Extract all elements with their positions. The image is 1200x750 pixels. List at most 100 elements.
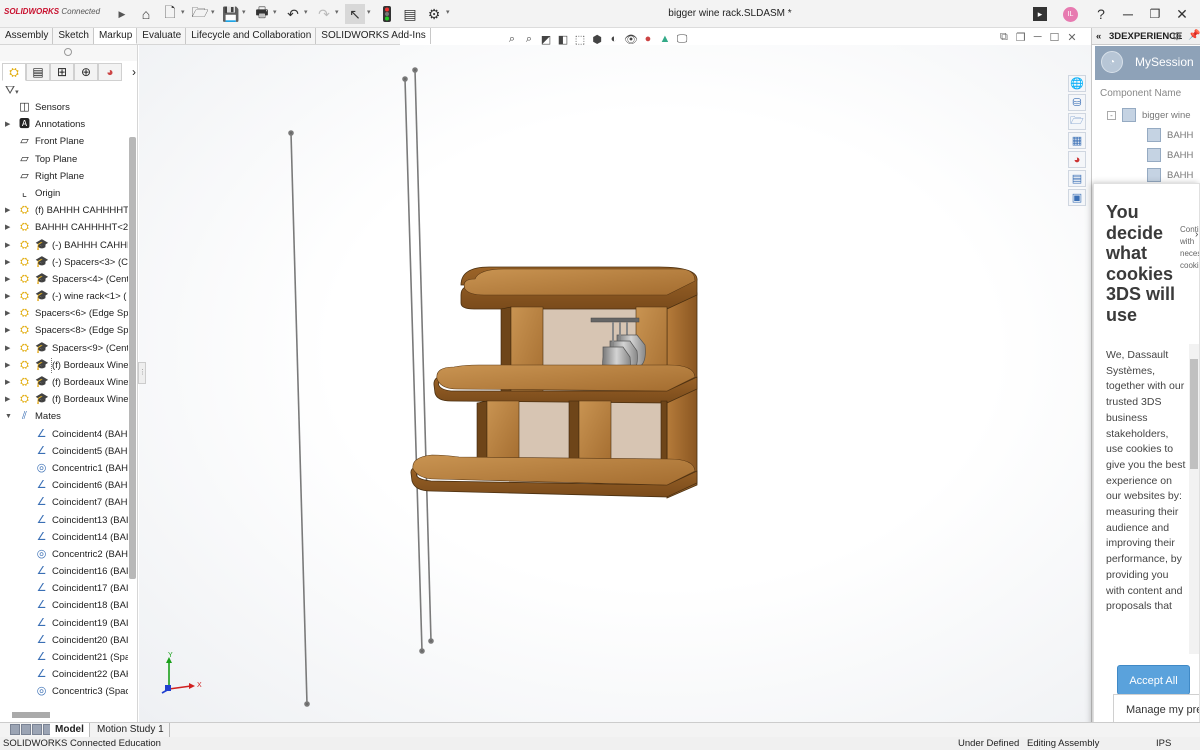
expand-arrow-icon[interactable]: ▶ xyxy=(5,219,10,236)
tab-evaluate[interactable]: Evaluate xyxy=(137,28,187,44)
tree-item-component[interactable]: ▶ ⛭ 🎓 (f) Bordeaux Wine xyxy=(0,391,128,408)
mate-item[interactable]: ∠ Coincident5 (BAH xyxy=(0,443,128,460)
mate-item[interactable]: ∠ Coincident22 (BAH xyxy=(0,666,128,683)
cookie-continue-link[interactable]: Conti with necess cooki xyxy=(1180,224,1199,272)
tree-item-component[interactable]: ▶ ⛭ Spacers<6> (Edge Spa xyxy=(0,305,128,322)
mate-item[interactable]: ∠ Coincident13 (BAI xyxy=(0,512,128,529)
expand-arrow-icon[interactable]: ▶ xyxy=(5,237,10,254)
3dexperience-globe-icon[interactable]: 🌐 xyxy=(1068,75,1086,92)
fm-vertical-scrollbar[interactable] xyxy=(129,137,136,579)
zoom-to-area-icon[interactable]: ⌕ xyxy=(522,32,536,46)
mate-item[interactable]: ◎ Concentric2 (BAH xyxy=(0,546,128,563)
mate-item[interactable]: ∠ Coincident18 (BAI xyxy=(0,597,128,614)
tree-item-annotations[interactable]: ▶ 🅰 Annotations xyxy=(0,116,128,133)
tab-assembly[interactable]: Assembly xyxy=(0,28,54,44)
tab-sketch[interactable]: Sketch xyxy=(53,28,94,44)
viewport-close-icon[interactable]: ✕ xyxy=(1067,31,1076,44)
mate-item[interactable]: ∠ Coincident20 (BAI xyxy=(0,632,128,649)
first-tab-button[interactable] xyxy=(10,724,20,735)
viewport-tile-icon[interactable]: ⧉ xyxy=(1000,31,1008,44)
panel-splitter-handle[interactable]: ⋮ xyxy=(138,362,146,384)
tree-item-right-plane[interactable]: ▱ Right Plane xyxy=(0,168,128,185)
mysession-banner[interactable]: ◔ MySession xyxy=(1095,46,1200,80)
display-style-icon[interactable]: ◐ xyxy=(607,32,621,46)
expand-arrow-icon[interactable]: ▶ xyxy=(5,271,10,288)
expand-arrow-icon[interactable]: ▶ xyxy=(5,357,10,374)
edit-appearance-icon[interactable]: ● xyxy=(641,32,655,46)
appearances-icon[interactable]: ◕ xyxy=(1068,151,1086,168)
expand-arrow-icon[interactable]: ▶ xyxy=(5,340,10,357)
help-icon[interactable]: ? xyxy=(1091,4,1111,24)
manage-preferences-button[interactable]: Manage my pre xyxy=(1113,694,1199,724)
expand-arrow-icon[interactable]: ▶ xyxy=(5,391,10,408)
minimize-icon[interactable]: ─ xyxy=(1118,4,1138,24)
expand-arrow-icon[interactable]: ▶ xyxy=(5,288,10,305)
pin-icon[interactable]: 📌 xyxy=(1188,30,1200,41)
tree-item-top-plane[interactable]: ▱ Top Plane xyxy=(0,151,128,168)
tree-item-component[interactable]: ▶ ⛭ 🎓 (-) wine rack<1> ( xyxy=(0,288,128,305)
mate-item[interactable]: ∠ Coincident7 (BAH xyxy=(0,494,128,511)
expand-arrow-icon[interactable]: ▶ xyxy=(5,305,10,322)
close-icon[interactable]: ✕ xyxy=(1172,4,1192,24)
tree-item-component[interactable]: ▶ ⛭ (f) BAHHH CAHHHHT< xyxy=(0,202,128,219)
file-explorer-icon[interactable]: 🗁 xyxy=(1068,113,1086,130)
tree-item-sensors[interactable]: ◫ Sensors xyxy=(0,99,128,116)
command-search-icon[interactable]: ▸ xyxy=(1033,7,1047,21)
tree-item-component-selected[interactable]: ▶ ⛭ 🎓 (f) Bordeaux Wine xyxy=(0,356,128,374)
mate-item[interactable]: ◎ Concentric1 (BAH xyxy=(0,460,128,477)
fm-horizontal-scrollbar[interactable] xyxy=(12,712,50,718)
mate-item[interactable]: ∠ Coincident17 (BAI xyxy=(0,580,128,597)
design-library-icon[interactable]: ⛁ xyxy=(1068,94,1086,111)
tree-item-component[interactable]: ▶ ⛭ 🎓 (f) Bordeaux Wine xyxy=(0,374,128,391)
viewport-maximize-icon[interactable]: ☐ xyxy=(1050,31,1060,44)
tab-feature-manager[interactable]: ⛭ xyxy=(2,63,26,81)
tab-model[interactable]: Model xyxy=(50,723,90,738)
filter-funnel-icon[interactable]: ⛛▾ xyxy=(5,83,19,98)
wine-rack-model[interactable] xyxy=(410,266,698,499)
mate-item[interactable]: ∠ Coincident19 (BAI xyxy=(0,615,128,632)
tab-configuration-manager[interactable]: ⊞ xyxy=(50,63,74,81)
previous-view-icon[interactable]: ◩ xyxy=(539,32,553,46)
fm-collapse-handle[interactable] xyxy=(64,48,72,56)
session-tree-root[interactable]: - bigger wine xyxy=(1107,107,1191,125)
mate-item[interactable]: ∠ Coincident14 (BAI xyxy=(0,529,128,546)
mate-item[interactable]: ∠ Coincident21 (Spa xyxy=(0,649,128,666)
collapse-arrow-icon[interactable]: ▼ xyxy=(5,408,12,425)
tree-item-front-plane[interactable]: ▱ Front Plane xyxy=(0,133,128,150)
panel-settings-gear-icon[interactable]: ⚙ xyxy=(1172,30,1182,43)
view-settings-icon[interactable]: 🖵 xyxy=(675,32,689,46)
tree-item-component[interactable]: ▶ ⛭ Spacers<8> (Edge Spa xyxy=(0,322,128,339)
graphics-viewport[interactable]: Y X xyxy=(139,45,1091,722)
tree-item-mates[interactable]: ▼ ⫽ Mates xyxy=(0,408,128,425)
mate-item[interactable]: ◎ Concentric3 (Spac xyxy=(0,683,128,700)
tab-lifecycle-collaboration[interactable]: Lifecycle and Collaboration xyxy=(186,28,317,44)
expand-arrow-icon[interactable]: ▶ xyxy=(5,116,10,133)
tree-item-component[interactable]: ▶⛭🎓Spacers<9> (Center xyxy=(0,340,128,357)
expand-arrow-icon[interactable]: ▶ xyxy=(5,322,10,339)
tree-item-component[interactable]: ▶⛭🎓(-) Spacers<3> (Cent xyxy=(0,254,128,271)
apply-scene-icon[interactable]: ▲ xyxy=(658,32,672,46)
tab-more-chevron-icon[interactable]: › xyxy=(122,63,137,81)
expand-arrow-icon[interactable]: ▶ xyxy=(5,254,10,271)
collapse-box-icon[interactable]: - xyxy=(1107,111,1116,120)
rod-lines[interactable] xyxy=(288,67,434,707)
mate-item[interactable]: ∠ Coincident16 (BAI xyxy=(0,563,128,580)
cookie-scrollbar-thumb[interactable] xyxy=(1190,359,1198,469)
tab-dimxpert-manager[interactable]: ⊕ xyxy=(74,63,98,81)
viewport-restore-icon[interactable]: ❐ xyxy=(1016,31,1026,44)
status-units[interactable]: IPS xyxy=(1156,738,1171,749)
tree-item-component[interactable]: ▶ ⛭ BAHHH CAHHHHT<2> xyxy=(0,219,128,236)
session-tree-item[interactable]: BAHH xyxy=(1147,127,1193,145)
viewport-minimize-icon[interactable]: ─ xyxy=(1034,31,1042,44)
tab-property-manager[interactable]: ▤ xyxy=(26,63,50,81)
accept-all-button[interactable]: Accept All xyxy=(1117,665,1190,695)
panel-collapse-chevron-icon[interactable]: « xyxy=(1096,31,1101,42)
expand-arrow-icon[interactable]: ▶ xyxy=(5,202,10,219)
view-palette-icon[interactable]: ▦ xyxy=(1068,132,1086,149)
next-tab-button[interactable] xyxy=(32,724,42,735)
tree-item-component[interactable]: ▶⛭🎓(-) BAHHH CAHHHHT xyxy=(0,237,128,254)
restore-icon[interactable]: ❐ xyxy=(1145,4,1165,24)
mate-item[interactable]: ∠ Coincident6 (BAH xyxy=(0,477,128,494)
custom-properties-icon[interactable]: ▤ xyxy=(1068,170,1086,187)
tree-item-component[interactable]: ▶⛭🎓Spacers<4> (Center xyxy=(0,271,128,288)
